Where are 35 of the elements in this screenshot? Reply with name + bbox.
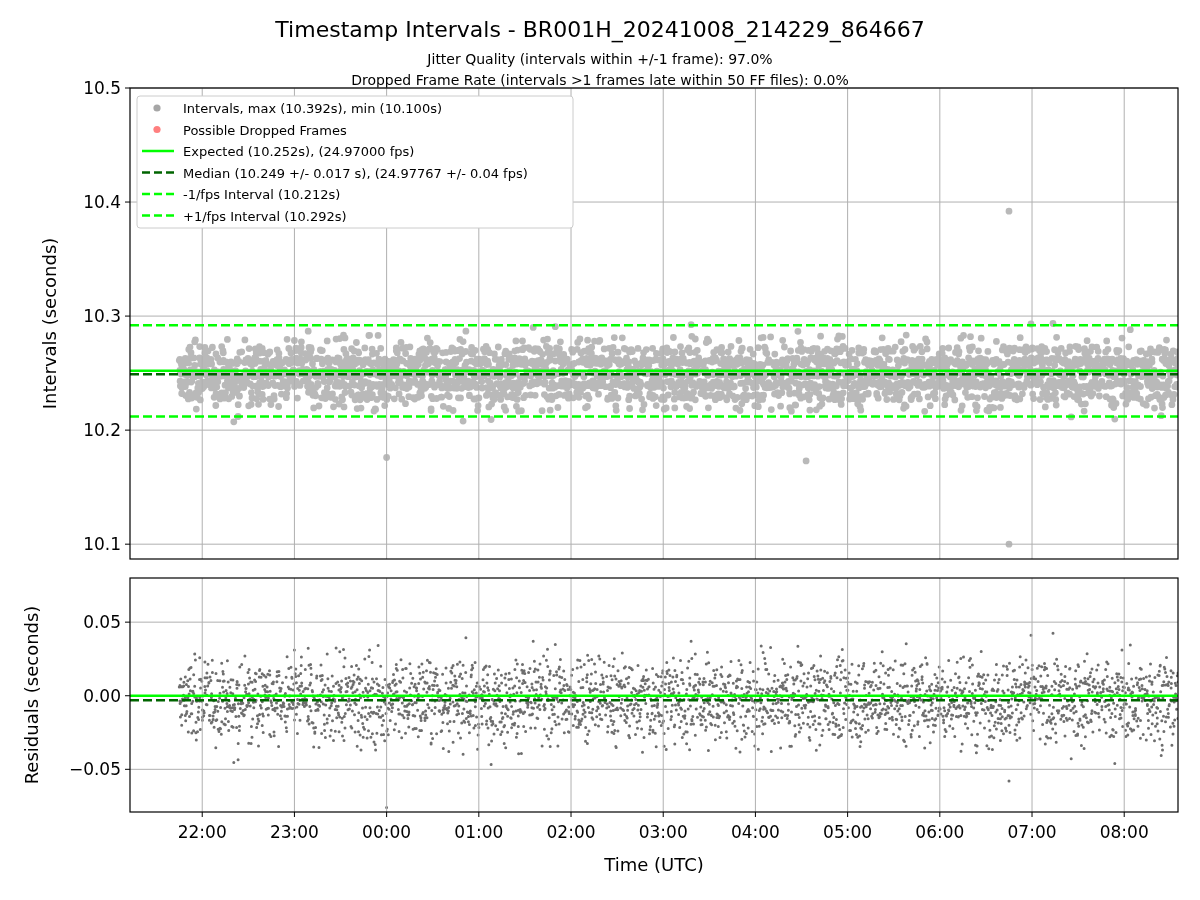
y-tick-label: 10.4 <box>83 192 121 213</box>
x-tick-label: 06:00 <box>915 822 965 842</box>
x-tick-label: 07:00 <box>1007 822 1057 842</box>
x-tick-label: 05:00 <box>823 822 873 842</box>
legend-label: +1/fps Interval (10.292s) <box>183 208 347 224</box>
x-tick-label: 22:00 <box>177 822 227 842</box>
y-tick-label: −0.05 <box>68 759 121 780</box>
x-tick-label: 00:00 <box>362 822 412 842</box>
legend-label: Median (10.249 +/- 0.017 s), (24.97767 +/- 0.04 fps) <box>183 165 528 181</box>
y-axis-label: Intervals (seconds) <box>39 237 60 410</box>
y-tick-label: 10.3 <box>83 306 121 327</box>
x-axis-label: Time (UTC) <box>604 854 704 875</box>
y-axis-label: Residuals (seconds) <box>21 605 42 785</box>
x-tick-label: 08:00 <box>1099 822 1149 842</box>
legend-label: Possible Dropped Frames <box>183 122 347 138</box>
x-tick-label: 01:00 <box>454 822 504 842</box>
x-tick-label: 03:00 <box>638 822 688 842</box>
x-tick-label: 04:00 <box>730 822 780 842</box>
line-icon <box>142 214 174 217</box>
y-tick-label: 10.2 <box>83 420 121 441</box>
x-tick-label: 23:00 <box>269 822 319 842</box>
chart-subtitle: Dropped Frame Rate (intervals >1 frames late within 50 FF files): 0.0% <box>351 72 849 88</box>
line-icon <box>142 171 174 174</box>
y-tick-label: 0.05 <box>83 612 121 633</box>
chart-title: Timestamp Intervals - BR001H_20241008_214229_864667 <box>275 17 925 42</box>
y-tick-label: 10.1 <box>83 534 121 555</box>
x-tick-label: 02:00 <box>546 822 596 842</box>
line-icon <box>142 149 174 153</box>
chart-subtitle: Jitter Quality (intervals within +/-1 frame): 97.0% <box>427 51 773 67</box>
legend-label: Intervals, max (10.392s), min (10.100s) <box>183 101 442 116</box>
legend-label: Expected (10.252s), (24.97000 fps) <box>183 144 415 159</box>
y-tick-label: 10.5 <box>83 78 121 98</box>
legend-label: -1/fps Interval (10.212s) <box>183 187 341 202</box>
y-tick-label: 0.00 <box>83 685 121 706</box>
line-icon <box>142 192 174 196</box>
